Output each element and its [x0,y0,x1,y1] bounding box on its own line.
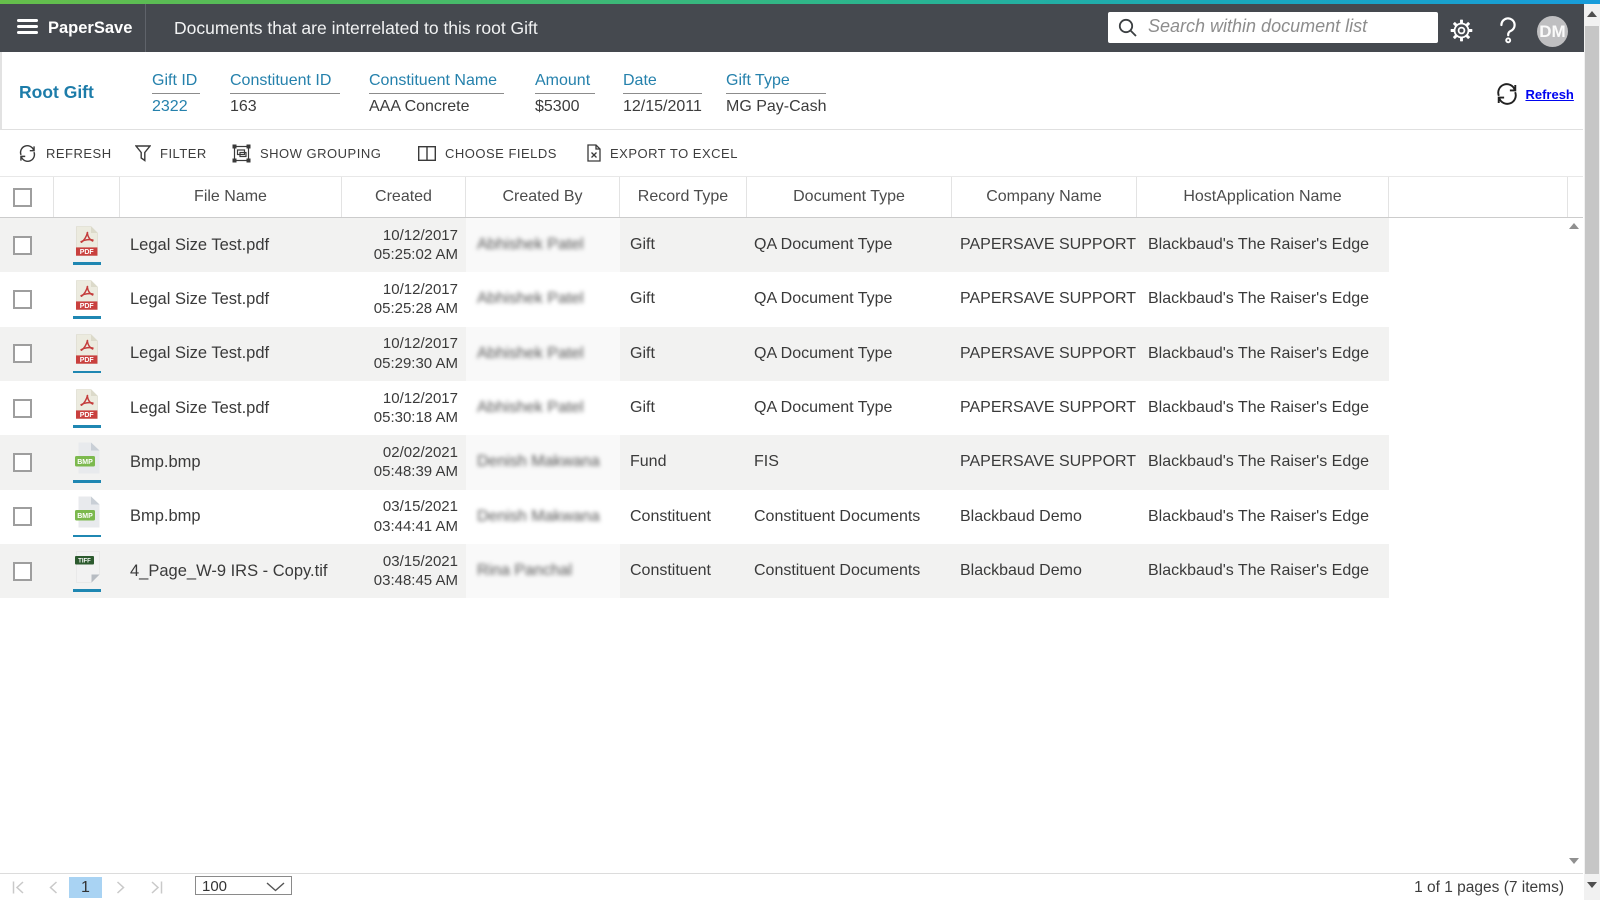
svg-text:PDF: PDF [80,249,95,256]
svg-text:PDF: PDF [80,412,95,419]
svg-text:PDF: PDF [80,303,95,310]
svg-text:PDF: PDF [80,357,95,364]
svg-text:BMP: BMP [77,459,93,466]
svg-text:TIFF: TIFF [78,558,91,564]
svg-text:BMP: BMP [77,513,93,520]
